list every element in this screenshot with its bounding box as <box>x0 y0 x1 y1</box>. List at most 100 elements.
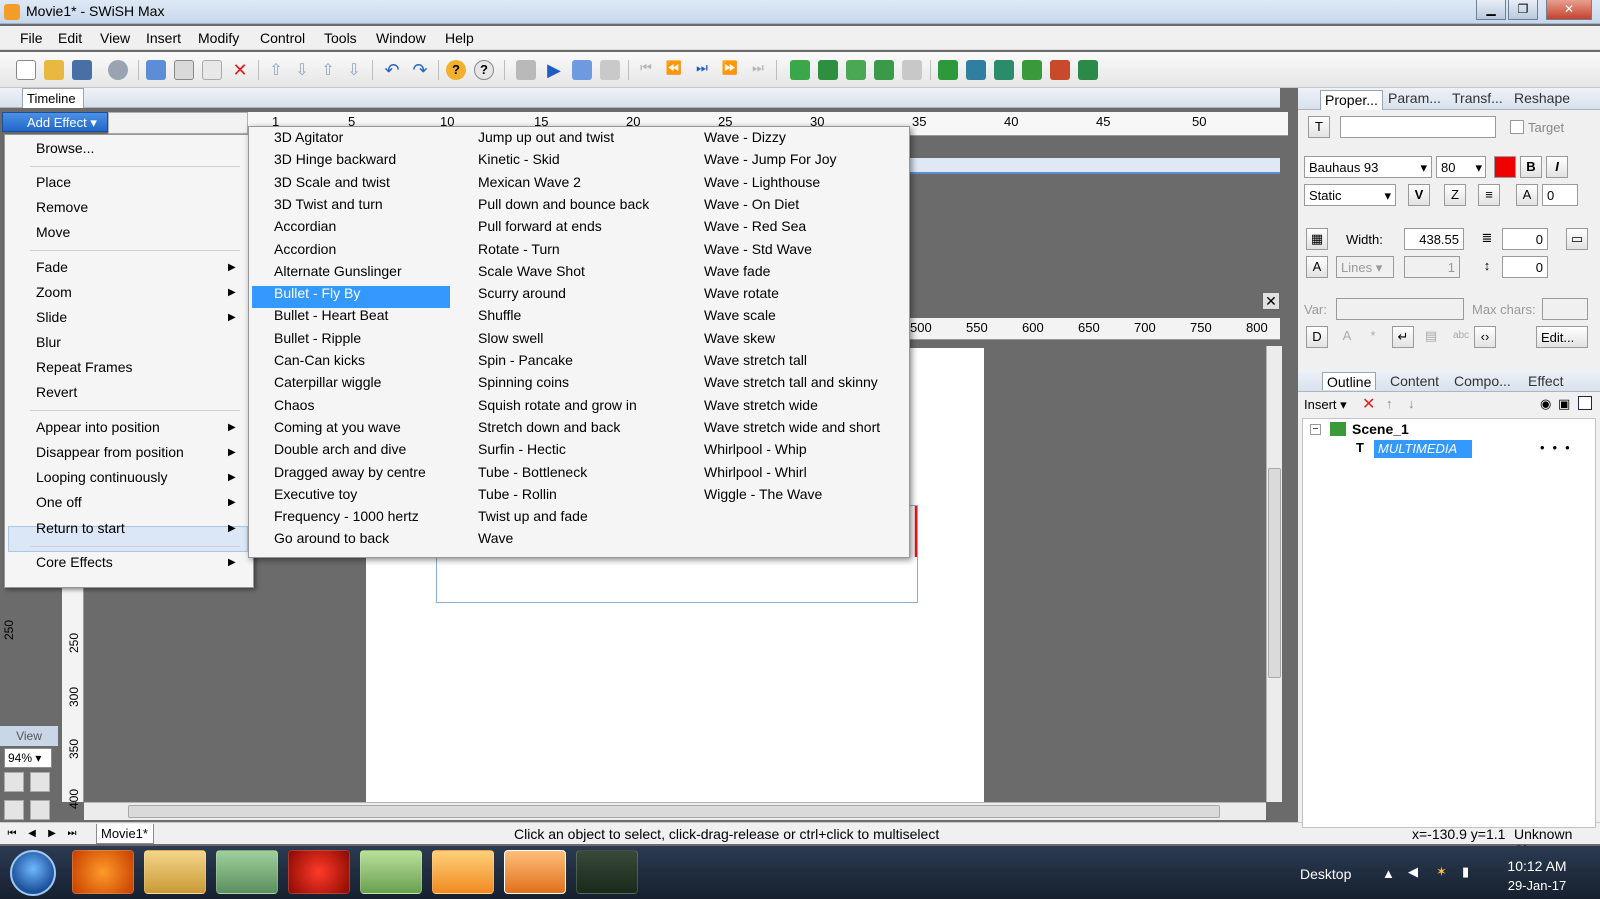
var-input[interactable] <box>1336 298 1464 320</box>
effect-submenu-item[interactable]: Scale Wave Shot <box>478 263 585 279</box>
effect-submenu-item[interactable]: Tube - Bottleneck <box>478 464 587 480</box>
vertical-text-icon[interactable]: V <box>1408 184 1430 206</box>
lines-select[interactable]: Lines ▾ <box>1336 256 1394 278</box>
lock-icon[interactable]: ▭ <box>1566 228 1588 250</box>
effect-submenu-item[interactable]: Wave - Jump For Joy <box>704 151 837 167</box>
antialias-icon[interactable]: A <box>1336 326 1358 348</box>
effect-menu-item[interactable]: Repeat Frames <box>36 359 132 375</box>
network-icon[interactable]: ✶ <box>1436 864 1447 880</box>
effect-menu-item[interactable]: Remove <box>36 199 88 215</box>
effect-menu-item[interactable]: Core Effects <box>36 554 113 570</box>
flash-icon[interactable] <box>288 850 350 894</box>
effect-submenu-item[interactable]: Wave stretch tall <box>704 352 807 368</box>
menu-help[interactable]: Help <box>445 30 474 46</box>
timeline-tab[interactable]: Timeline <box>22 88 84 108</box>
last-tab-icon[interactable]: ⏭ <box>64 828 80 842</box>
menu-modify[interactable]: Modify <box>198 30 239 46</box>
effect-submenu-item[interactable]: Pull down and bounce back <box>478 196 649 212</box>
desktop-toolbar[interactable]: Desktop <box>1300 866 1351 882</box>
file-explorer-icon[interactable] <box>144 850 206 894</box>
effect-submenu-item[interactable]: Can-Can kicks <box>274 352 365 368</box>
stop-icon[interactable] <box>516 60 536 80</box>
scene-label[interactable]: Scene_1 <box>1352 421 1409 437</box>
move-bottom-icon[interactable]: ⇩ <box>344 60 364 80</box>
redo-icon[interactable]: ↷ <box>410 60 430 80</box>
effect-submenu-item[interactable]: Wave stretch wide <box>704 397 818 413</box>
align-icon[interactable]: ≡ <box>1478 184 1500 206</box>
zoom-select[interactable]: 94% ▾ <box>4 748 52 768</box>
effect-submenu-item[interactable]: Wave - Lighthouse <box>704 174 820 190</box>
menu-view[interactable]: View <box>100 30 130 46</box>
effect-submenu-item[interactable]: Wave skew <box>704 330 775 346</box>
close-button[interactable]: ✕ <box>1546 0 1592 20</box>
start-button[interactable] <box>10 850 56 896</box>
effect-submenu-item[interactable]: Chaos <box>274 397 314 413</box>
effect-submenu-item[interactable]: 3D Hinge backward <box>274 151 396 167</box>
font-size-select[interactable]: 80 ▾ <box>1436 156 1486 178</box>
first-tab-icon[interactable]: ⏮ <box>4 828 20 842</box>
effect-submenu-item[interactable]: Wave - On Diet <box>704 196 799 212</box>
effect-menu-item[interactable]: Place <box>36 174 71 190</box>
effect-submenu-item[interactable]: Wave - Red Sea <box>704 218 806 234</box>
horizontal-scrollbar[interactable] <box>84 802 1266 820</box>
width-input[interactable]: 438.55 <box>1404 228 1464 250</box>
cut-icon[interactable] <box>146 60 166 80</box>
delete-icon[interactable]: ✕ <box>230 60 250 80</box>
kerning-icon[interactable]: A <box>1516 184 1538 206</box>
effect-menu-item[interactable]: Revert <box>36 384 77 400</box>
effect-submenu-item[interactable]: Squish rotate and grow in <box>478 397 637 413</box>
tab-transform[interactable]: Transf... <box>1452 90 1503 106</box>
font-select[interactable]: Bauhaus 93 ▾ <box>1304 156 1432 178</box>
text-type-select[interactable]: Static ▾ <box>1304 184 1396 206</box>
effect-6-icon[interactable] <box>1078 60 1098 80</box>
clock-time[interactable]: 10:12 AM <box>1502 858 1572 874</box>
lock-icon[interactable]: ▣ <box>1558 396 1570 412</box>
password-icon[interactable]: * <box>1362 326 1384 348</box>
dynamic-text-icon[interactable]: D <box>1306 326 1328 348</box>
effect-submenu-item[interactable]: Wave stretch wide and short <box>704 419 880 435</box>
help-icon[interactable]: ? <box>446 60 466 80</box>
timeline-scroll-nav[interactable] <box>108 112 248 134</box>
prev-tab-icon[interactable]: ◀ <box>24 828 40 842</box>
scroll-thumb[interactable] <box>128 805 1220 818</box>
max-chars-input[interactable] <box>1542 298 1588 320</box>
effect-submenu-item[interactable]: Wave scale <box>704 307 776 323</box>
effect-submenu-item[interactable]: Bullet - Ripple <box>274 330 361 346</box>
effect-menu-item[interactable]: Zoom <box>36 284 72 300</box>
target-checkbox[interactable] <box>1510 120 1524 134</box>
add-effect-button[interactable]: Add Effect ▾ <box>2 112 108 132</box>
volume-icon[interactable]: ◀ <box>1408 864 1418 880</box>
first-frame-icon[interactable]: ⏮ <box>636 60 656 80</box>
insert-image-icon[interactable] <box>902 60 922 80</box>
menu-window[interactable]: Window <box>376 30 426 46</box>
effect-submenu-item[interactable]: 3D Twist and turn <box>274 196 383 212</box>
text-type-icon[interactable]: T <box>1308 116 1330 138</box>
effect-submenu-item[interactable]: 3D Agitator <box>274 129 343 145</box>
prev-frame-icon[interactable]: ⏪ <box>664 60 684 80</box>
effect-submenu-item[interactable]: Whirlpool - Whirl <box>704 464 807 480</box>
insert-scene-icon[interactable] <box>790 60 810 80</box>
effect-submenu-item[interactable]: Frequency - 1000 hertz <box>274 508 419 524</box>
wrap-icon[interactable]: ↵ <box>1392 326 1414 348</box>
play-timeline-icon[interactable] <box>572 60 592 80</box>
timeline-object-row[interactable] <box>896 158 1280 174</box>
scroll-thumb[interactable] <box>1268 468 1281 678</box>
publish-icon[interactable] <box>108 60 128 80</box>
effect-1-icon[interactable] <box>938 60 958 80</box>
effect-4-icon[interactable] <box>1022 60 1042 80</box>
effect-submenu-item[interactable]: Tube - Rollin <box>478 486 557 502</box>
paste-icon[interactable] <box>202 60 222 80</box>
zoom-out-icon[interactable] <box>30 800 50 820</box>
effect-menu-item[interactable]: Blur <box>36 334 61 350</box>
minimize-button[interactable]: ▁ <box>1476 0 1506 20</box>
line-spacing-input[interactable]: 0 <box>1502 256 1548 278</box>
effect-submenu-item[interactable]: Spin - Pancake <box>478 352 573 368</box>
visibility-icon[interactable]: ◉ <box>1540 396 1551 412</box>
effect-submenu-item[interactable]: Jump up out and twist <box>478 129 614 145</box>
effect-menu-item[interactable]: Looping continuously <box>36 469 168 485</box>
media-app-icon[interactable] <box>216 850 278 894</box>
effect-menu-item[interactable]: Return to start <box>36 520 125 536</box>
effect-submenu-item[interactable]: Bullet - Heart Beat <box>274 307 388 323</box>
last-frame-icon[interactable]: ⏭ <box>748 60 768 80</box>
insert-text-icon[interactable] <box>818 60 838 80</box>
